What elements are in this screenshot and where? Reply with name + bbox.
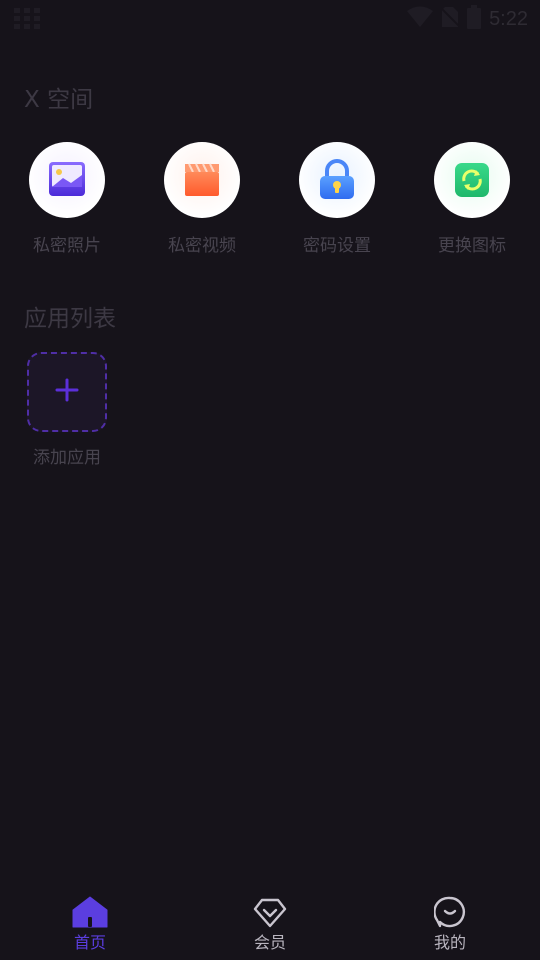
tab-home[interactable]: 首页 bbox=[40, 894, 140, 953]
no-sim-icon bbox=[440, 6, 460, 32]
tab-membership-label: 会员 bbox=[253, 933, 286, 952]
diamond-icon bbox=[220, 894, 320, 928]
feature-label: 私密照片 bbox=[33, 236, 101, 256]
feature-label: 私密视频 bbox=[168, 236, 236, 256]
status-time: 5:22 bbox=[489, 7, 528, 30]
feature-change-icon[interactable]: 更换图标 bbox=[417, 142, 527, 256]
plus-icon bbox=[55, 378, 79, 406]
tab-membership[interactable]: 会员 bbox=[220, 894, 320, 953]
app-grid-icon bbox=[14, 8, 40, 34]
home-icon bbox=[40, 894, 140, 928]
feature-private-videos[interactable]: 私密视频 bbox=[147, 142, 257, 256]
app-list-title: 应用列表 bbox=[24, 306, 116, 332]
wifi-icon bbox=[407, 6, 434, 32]
add-app-button[interactable] bbox=[27, 352, 107, 432]
feature-password-settings[interactable]: 密码设置 bbox=[282, 142, 392, 256]
lock-icon bbox=[299, 142, 375, 218]
feature-grid: 私密照片 私密视频 密码设置 更换图标 bbox=[0, 142, 540, 262]
video-clapper-icon bbox=[164, 142, 240, 218]
photo-icon bbox=[29, 142, 105, 218]
space-title: X 空间 bbox=[24, 87, 94, 113]
battery-icon bbox=[467, 5, 482, 33]
profile-face-icon bbox=[400, 894, 500, 928]
tab-profile[interactable]: 我的 bbox=[400, 894, 500, 953]
add-app-tile[interactable]: 添加应用 bbox=[27, 352, 107, 468]
feature-label: 密码设置 bbox=[303, 236, 371, 256]
status-bar: 5:22 bbox=[0, 0, 540, 36]
add-app-label: 添加应用 bbox=[33, 448, 101, 468]
tab-profile-label: 我的 bbox=[433, 933, 466, 952]
tab-home-label: 首页 bbox=[73, 933, 106, 952]
feature-private-photos[interactable]: 私密照片 bbox=[12, 142, 122, 256]
bottom-nav: 首页 会员 我的 bbox=[0, 880, 540, 960]
swap-icon bbox=[434, 142, 510, 218]
feature-label: 更换图标 bbox=[438, 236, 506, 256]
